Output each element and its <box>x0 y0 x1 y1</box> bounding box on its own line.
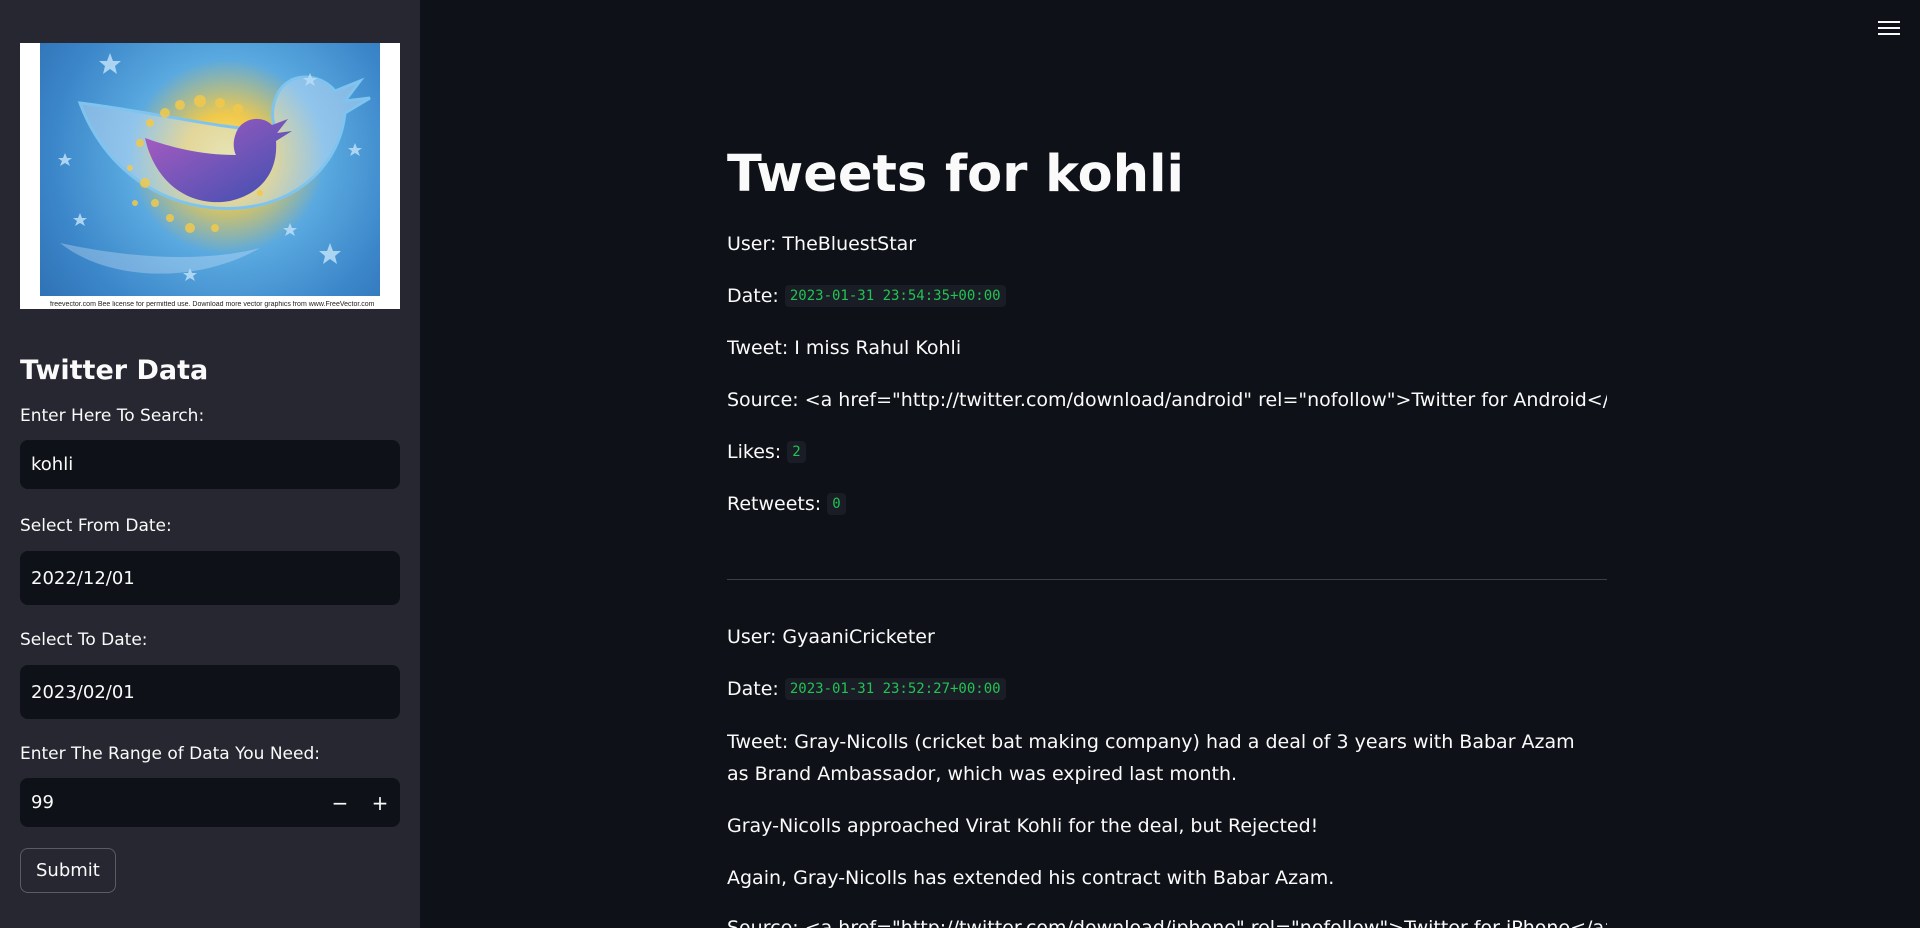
tweet-label: Tweet: <box>727 337 795 359</box>
increment-button[interactable]: + <box>360 778 400 827</box>
sidebar: freevector.com Bee license for permitted… <box>0 0 420 928</box>
retweets-label: Retweets: <box>727 493 828 515</box>
logo-background <box>40 43 380 296</box>
date-label: Date: <box>727 285 785 307</box>
tweet-source: <a href="http://twitter.com/download/and… <box>804 389 1607 411</box>
twitter-bird-icon <box>58 53 371 281</box>
tweet-date: 2023-01-31 23:52:27+00:00 <box>784 678 1006 700</box>
tweet-source: <a href="http://twitter.com/download/iph… <box>804 917 1607 928</box>
tweet-text: I miss Rahul Kohli <box>794 337 962 359</box>
tweet-text: Gray-Nicolls (cricket bat making company… <box>727 731 1575 785</box>
main-content: Tweets for kohli User: TheBluestStar Dat… <box>727 0 1607 928</box>
tweet-divider <box>727 579 1607 580</box>
to-date-label: Select To Date: <box>20 630 148 650</box>
submit-button[interactable]: Submit <box>20 848 116 893</box>
range-value[interactable]: 99 <box>20 792 320 813</box>
to-date-input[interactable]: 2023/02/01 <box>20 665 400 719</box>
tweet-retweets: 0 <box>827 493 846 515</box>
tweet-user-line: User: TheBluestStar <box>727 233 916 255</box>
tweet-likes-line: Likes: 2 <box>727 441 806 463</box>
source-label: Source: <box>727 389 805 411</box>
tweet-text-paragraph: Again, Gray-Nicolls has extended his con… <box>727 867 1335 889</box>
logo-footer-text: freevector.com Bee license for permitted… <box>50 301 375 308</box>
from-date-label: Select From Date: <box>20 516 172 536</box>
tweet-user: GyaaniCricketer <box>782 626 935 648</box>
from-date-input[interactable]: 2022/12/01 <box>20 551 400 605</box>
user-label: User: <box>727 626 783 648</box>
sidebar-title: Twitter Data <box>20 355 209 386</box>
tweet-likes: 2 <box>787 441 806 463</box>
user-label: User: <box>727 233 783 255</box>
search-label: Enter Here To Search: <box>20 406 205 426</box>
tweet-date: 2023-01-31 23:54:35+00:00 <box>784 285 1006 307</box>
tweet-date-line: Date: 2023-01-31 23:52:27+00:00 <box>727 678 1006 700</box>
tweet-user: TheBluestStar <box>782 233 917 255</box>
menu-icon[interactable] <box>1878 19 1900 37</box>
likes-label: Likes: <box>727 441 788 463</box>
decrement-button[interactable]: − <box>320 778 360 827</box>
tweet-date-line: Date: 2023-01-31 23:54:35+00:00 <box>727 285 1006 307</box>
twitter-logo-image: freevector.com Bee license for permitted… <box>20 43 400 309</box>
tweet-text-line: Tweet: I miss Rahul Kohli <box>727 337 961 359</box>
source-label: Source: <box>727 917 805 928</box>
search-input[interactable]: kohli <box>20 440 400 489</box>
tweet-source-line: Source: <a href="http://twitter.com/down… <box>727 917 1607 928</box>
tweet-text-line: Tweet: Gray-Nicolls (cricket bat making … <box>727 726 1587 790</box>
tweet-retweets-line: Retweets: 0 <box>727 493 846 515</box>
tweet-label: Tweet: <box>727 731 795 753</box>
page-title: Tweets for kohli <box>727 145 1184 204</box>
range-label: Enter The Range of Data You Need: <box>20 744 320 764</box>
range-number-input: 99 − + <box>20 778 400 827</box>
tweet-user-line: User: GyaaniCricketer <box>727 626 935 648</box>
tweet-text-paragraph: Gray-Nicolls approached Virat Kohli for … <box>727 815 1319 837</box>
tweet-source-line: Source: <a href="http://twitter.com/down… <box>727 389 1607 411</box>
date-label: Date: <box>727 678 785 700</box>
